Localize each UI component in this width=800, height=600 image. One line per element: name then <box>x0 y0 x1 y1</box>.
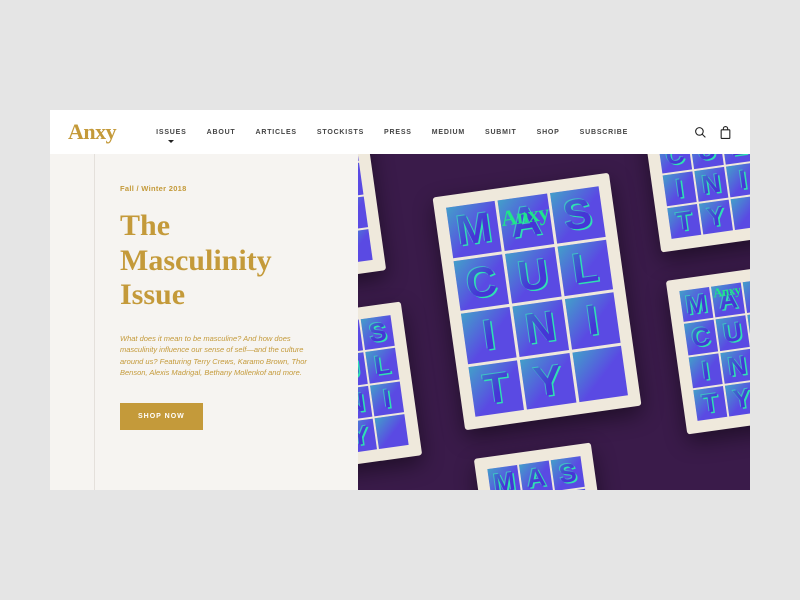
magazine-cover-tile: MAS CUL INI TY <box>358 302 422 472</box>
nav-item-submit[interactable]: SUBMIT <box>485 129 517 136</box>
primary-nav: ISSUES ABOUT ARTICLES STOCKISTS PRESS ME… <box>156 129 684 136</box>
nav-item-shop[interactable]: SHOP <box>537 129 560 136</box>
cover-letter-grid: MAS CUL INI TY <box>487 456 598 490</box>
nav-item-articles[interactable]: ARTICLES <box>256 129 297 136</box>
site-header: Anxy ISSUES ABOUT ARTICLES STOCKISTS PRE… <box>50 110 750 154</box>
cover-letter-grid: MAS CUL INI TY <box>653 154 750 239</box>
nav-item-issues[interactable]: ISSUES <box>156 129 186 136</box>
bag-icon[interactable] <box>719 125 732 140</box>
magazine-cover-tile: Anxy MAS CUL INI TY <box>640 154 750 252</box>
hero-artwork: MAS CUL INI TY Anxy MAS CUL INI TY Anxy <box>358 154 750 490</box>
hero: Fall / Winter 2018 The Masculinity Issue… <box>50 154 750 490</box>
brand-logo[interactable]: Anxy <box>68 119 116 145</box>
nav-item-medium[interactable]: MEDIUM <box>432 129 465 136</box>
magazine-cover-main: Anxy MAS CUL INI TY <box>433 173 642 430</box>
magazine-cover-tile: MAS CUL INI TY <box>474 443 612 490</box>
nav-item-subscribe[interactable]: SUBSCRIBE <box>580 129 628 136</box>
search-icon[interactable] <box>694 126 707 139</box>
magazine-cover-tile: MAS CUL INI TY <box>358 154 386 286</box>
shop-now-button[interactable]: SHOP NOW <box>120 403 203 430</box>
nav-item-stockists[interactable]: STOCKISTS <box>317 129 364 136</box>
page: Anxy ISSUES ABOUT ARTICLES STOCKISTS PRE… <box>50 110 750 490</box>
cover-letter-grid: MAS CUL INI TY <box>358 315 409 458</box>
hero-description: What does it mean to be masculine? And h… <box>120 333 310 380</box>
hero-content: Fall / Winter 2018 The Masculinity Issue… <box>50 154 358 490</box>
hero-eyebrow: Fall / Winter 2018 <box>120 184 328 193</box>
hero-title: The Masculinity Issue <box>120 209 328 313</box>
nav-item-press[interactable]: PRESS <box>384 129 412 136</box>
header-icon-group <box>694 125 732 140</box>
nav-item-about[interactable]: ABOUT <box>207 129 236 136</box>
cover-letter-grid: MAS CUL INI TY <box>358 154 373 273</box>
magazine-cover-tile: Anxy MAS CUL INI TY <box>666 265 750 435</box>
